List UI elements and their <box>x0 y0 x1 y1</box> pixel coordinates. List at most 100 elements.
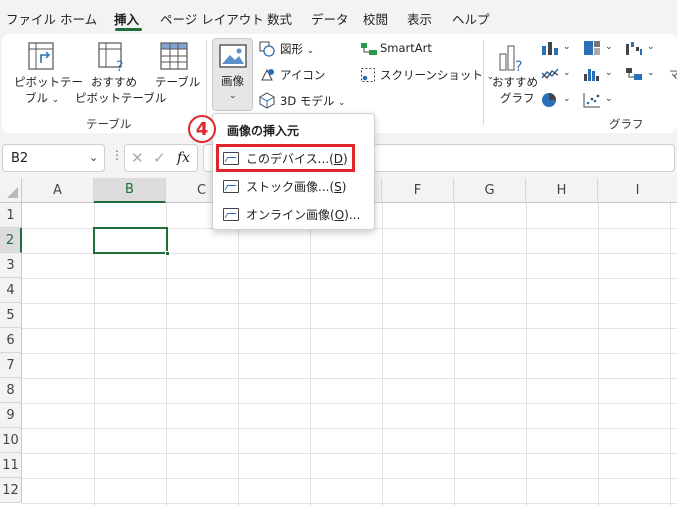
row-header-8[interactable]: 8 <box>0 378 22 403</box>
row-header-9[interactable]: 9 <box>0 403 22 428</box>
chevron-down-icon: ⌄ <box>563 94 571 104</box>
shapes-button[interactable]: 図形 ⌄ <box>259 40 329 58</box>
screenshot-button[interactable]: スクリーンショット ⌄ <box>360 66 494 84</box>
tab-help[interactable]: ヘルプ <box>452 9 490 28</box>
image-icon <box>219 44 247 68</box>
chevron-down-icon: ⌄ <box>563 68 571 78</box>
column-header-h[interactable]: H <box>526 178 598 203</box>
screenshot-label: スクリーンショット <box>380 68 483 82</box>
scatter-chart-button[interactable]: ⌄ <box>583 92 615 110</box>
3d-model-button[interactable]: 3D モデル ⌄ <box>259 92 351 110</box>
scatter-chart-icon <box>583 93 600 108</box>
tab-page-layout[interactable]: ページ レイアウト <box>160 9 264 28</box>
pivot-table-icon <box>28 42 54 70</box>
chevron-down-icon[interactable]: ⌄ <box>89 151 98 164</box>
smartart-button[interactable]: SmartArt <box>360 40 450 58</box>
cancel-icon[interactable]: ✕ <box>131 149 144 167</box>
chevron-down-icon: ⌄ <box>306 46 315 56</box>
recommended-charts-button[interactable]: ? おすすめ グラフ <box>490 40 538 110</box>
column-header-a[interactable]: A <box>22 178 94 203</box>
tab-home[interactable]: ホーム <box>60 9 97 28</box>
insert-picture-dropdown: 画像の挿入元 このデバイス...(D) ストック画像...(S) オンライン画像… <box>212 113 375 230</box>
grid-line <box>382 203 383 506</box>
map-chart-button-partial[interactable]: マ <box>669 66 677 84</box>
stock-images-item[interactable]: ストック画像...(S) <box>223 175 368 197</box>
fill-handle[interactable] <box>165 251 170 256</box>
tab-data[interactable]: データ <box>311 9 349 28</box>
recommended-charts-label1: おすすめ <box>492 75 538 89</box>
chevron-down-icon: ⌄ <box>605 42 613 52</box>
hierarchy-chart-button[interactable]: ⌄ <box>583 40 615 58</box>
recommended-pivot-label1: おすすめ <box>91 75 137 89</box>
table-button[interactable]: テーブル <box>152 40 201 110</box>
column-chart-icon <box>542 42 558 55</box>
combo-chart-button[interactable]: ⌄ <box>625 66 657 84</box>
online-images-item[interactable]: オンライン画像(O)... <box>223 203 368 225</box>
recommended-pivot-button[interactable]: ? おすすめ ピボットテーブル <box>75 40 166 110</box>
name-box[interactable]: B2 ⌄ <box>2 144 105 172</box>
line-chart-icon <box>541 68 559 80</box>
grid-line <box>22 328 677 329</box>
column-header-f[interactable]: F <box>382 178 454 203</box>
tab-formulas[interactable]: 数式 <box>267 9 292 28</box>
select-all-triangle-icon <box>7 187 18 198</box>
svg-text:?: ? <box>116 59 123 72</box>
tab-file[interactable]: ファイル <box>6 9 56 28</box>
column-chart-button[interactable]: ⌄ <box>541 40 573 58</box>
pivot-table-button[interactable]: ピボットテー ブル ⌄ <box>8 40 83 110</box>
group-label-chart: グラフ <box>609 117 644 131</box>
pie-chart-button[interactable]: ⌄ <box>541 92 573 110</box>
menu-bar: ファイル ホーム 挿入 ページ レイアウト 数式 データ 校閲 表示 ヘルプ <box>0 0 677 34</box>
active-tab-indicator <box>115 28 142 31</box>
tab-review[interactable]: 校閲 <box>363 9 388 28</box>
row-header-4[interactable]: 4 <box>0 278 22 303</box>
recommended-pivot-icon: ? <box>98 42 123 72</box>
grid-line <box>22 303 677 304</box>
row-header-10[interactable]: 10 <box>0 428 22 453</box>
icons-button[interactable]: アイコン <box>259 66 329 84</box>
shapes-icon <box>259 41 275 57</box>
stock-images-label: ストック画像... <box>246 179 330 194</box>
step-number-badge: 4 <box>188 115 216 143</box>
active-cell-b2[interactable] <box>93 227 168 254</box>
row-header-7[interactable]: 7 <box>0 353 22 378</box>
tab-view[interactable]: 表示 <box>407 9 432 28</box>
waterfall-chart-button[interactable]: ⌄ <box>625 40 657 58</box>
more-options-icon[interactable]: ⋮ <box>111 148 123 166</box>
row-header-5[interactable]: 5 <box>0 303 22 328</box>
enter-icon[interactable]: ✓ <box>153 149 166 167</box>
statistic-chart-button[interactable]: ⌄ <box>583 66 615 84</box>
line-chart-button[interactable]: ⌄ <box>541 66 573 84</box>
column-header-i[interactable]: I <box>598 178 677 203</box>
tab-insert[interactable]: 挿入 <box>114 9 139 28</box>
grid-line <box>22 503 677 504</box>
chevron-down-icon: ⌄ <box>229 91 237 101</box>
chevron-down-icon: ⌄ <box>605 68 613 78</box>
grid-line <box>22 428 677 429</box>
row-header-2[interactable]: 2 <box>0 228 22 253</box>
grid-line <box>22 278 677 279</box>
column-header-g[interactable]: G <box>454 178 526 203</box>
column-header-b[interactable]: B <box>94 178 166 203</box>
row-header-3[interactable]: 3 <box>0 253 22 278</box>
image-button[interactable]: 画像 ⌄ <box>212 38 253 111</box>
ribbon-separator <box>206 40 207 125</box>
formula-actions: ✕ ✓ fx <box>124 144 198 172</box>
grid-line <box>310 203 311 506</box>
chevron-down-icon: ⌄ <box>647 68 655 78</box>
grid-line <box>454 203 455 506</box>
grid-line <box>22 453 677 454</box>
row-header-12[interactable]: 12 <box>0 478 22 503</box>
table-label: テーブル <box>155 75 201 89</box>
ribbon-separator <box>483 40 484 125</box>
row-header-1[interactable]: 1 <box>0 203 22 228</box>
row-header-6[interactable]: 6 <box>0 328 22 353</box>
insert-function-icon[interactable]: fx <box>177 150 190 166</box>
table-icon <box>160 42 188 70</box>
cube-icon <box>259 92 275 109</box>
smartart-label: SmartArt <box>380 41 432 55</box>
hierarchy-chart-icon <box>584 41 600 55</box>
row-header-11[interactable]: 11 <box>0 453 22 478</box>
grid-line <box>238 203 239 506</box>
shapes-label: 図形 <box>280 42 303 56</box>
